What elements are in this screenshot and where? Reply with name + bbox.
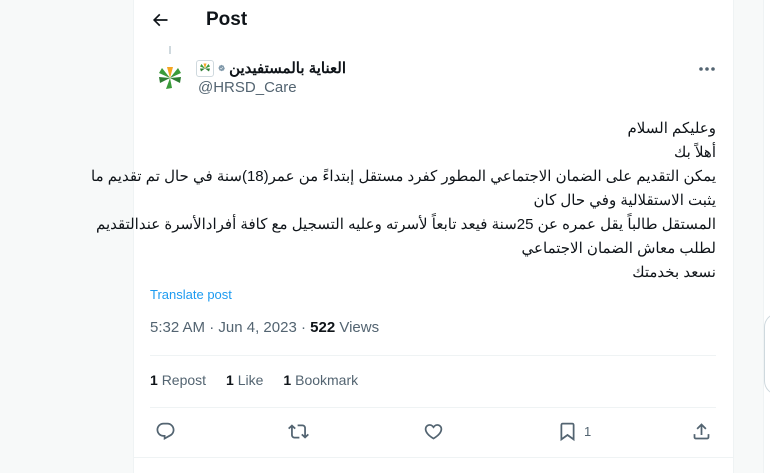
post-meta: 5:32 AM · Jun 4, 2023 · 522 Views: [150, 319, 379, 336]
tweet-text: وعليكم السلام أهلاً بك يمكن التقديم على …: [91, 117, 716, 285]
author-display-name[interactable]: العناية بالمستفيدين: [229, 59, 346, 77]
share-icon: [693, 422, 710, 439]
thread-line: [169, 46, 171, 54]
more-button[interactable]: [697, 61, 717, 77]
tweet-line: يثبت الاستقلالية وفي حال كان: [533, 192, 716, 209]
translate-post-link[interactable]: Translate post: [150, 287, 232, 302]
like-label: Like: [237, 372, 264, 388]
reply-button[interactable]: [155, 420, 176, 442]
divider: [133, 457, 733, 458]
more-icon: [699, 67, 715, 71]
post-time[interactable]: 5:32 AM: [150, 319, 205, 336]
post-date[interactable]: Jun 4, 2023: [218, 319, 296, 336]
bookmark-action-count: 1: [584, 423, 592, 439]
like-count: 1: [226, 372, 234, 388]
engagement-stats: 1 Repost 1 Like 1 Bookmark: [150, 372, 358, 388]
heart-icon: [424, 423, 443, 440]
repost-button[interactable]: [288, 420, 309, 442]
arrow-left-icon: [152, 13, 168, 27]
tweet-line: المستقل طالباً يقل عمره عن 25سنة فيعد تا…: [95, 216, 716, 233]
share-button[interactable]: [691, 420, 712, 442]
author-name-row[interactable]: العناية بالمستفيدين: [196, 58, 346, 78]
tweet-line: لطلب معاش الضمان الاجتماعي: [521, 240, 716, 257]
tweet-line: نسعد بخدمتك: [632, 264, 716, 281]
like-button[interactable]: [423, 420, 444, 442]
likes-stat[interactable]: 1 Like: [226, 372, 263, 388]
avatar[interactable]: [150, 59, 190, 99]
page-title: Post: [206, 9, 248, 30]
sidebar-card: [764, 313, 770, 395]
bookmark-icon: [560, 422, 575, 441]
tweet-line: يمكن التقديم على الضمان الاجتماعي المطور…: [91, 168, 716, 185]
bookmark-label: Bookmark: [295, 372, 359, 388]
affiliate-logo-icon[interactable]: [196, 59, 214, 77]
tweet-line: أهلاً بك: [673, 144, 716, 161]
meta-separator: ·: [205, 319, 219, 336]
bookmark-button[interactable]: 1: [557, 420, 591, 442]
repost-count: 1: [150, 372, 158, 388]
back-button[interactable]: [150, 10, 170, 30]
author-handle[interactable]: @HRSD_Care: [198, 79, 297, 96]
bookmark-count: 1: [283, 372, 292, 388]
hrsd-logo-icon: [159, 67, 181, 89]
views-label: Views: [335, 319, 380, 336]
reposts-stat[interactable]: 1 Repost: [150, 372, 206, 388]
divider: [150, 407, 716, 408]
verified-badge-icon[interactable]: [218, 59, 225, 77]
views-count: 522: [310, 319, 336, 336]
meta-separator: ·: [296, 319, 311, 336]
tweet-line: وعليكم السلام: [627, 120, 716, 137]
repost-label: Repost: [161, 372, 207, 388]
repost-icon: [288, 423, 309, 439]
reply-icon: [156, 422, 175, 440]
bookmarks-stat[interactable]: 1 Bookmark: [283, 372, 358, 388]
sidebar-fragment: [763, 0, 770, 473]
divider: [150, 355, 716, 356]
